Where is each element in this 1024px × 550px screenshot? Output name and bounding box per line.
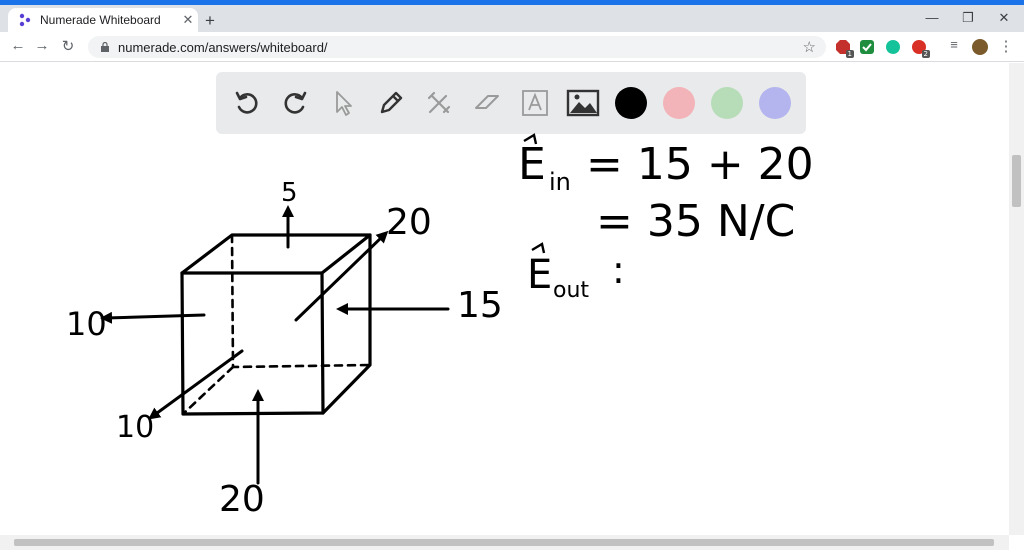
- label-left: 10: [66, 305, 107, 343]
- whiteboard-canvas[interactable]: 5 20 15 10 10 20 E in = 15 + 20 = 35 N/C…: [0, 63, 1009, 535]
- eq3-rhs: :: [612, 248, 625, 292]
- label-right: 15: [457, 285, 503, 326]
- back-arrow-icon[interactable]: ←: [8, 37, 28, 54]
- tab-close-icon[interactable]: ✕: [178, 12, 198, 28]
- label-front-left: 10: [116, 410, 154, 445]
- browser-toolbar: ← → ↻ numerade.com/answers/whiteboard/ ☆…: [0, 32, 1024, 62]
- maximize-button[interactable]: ❐: [950, 10, 986, 26]
- menu-kebab-icon[interactable]: ⋮: [996, 37, 1016, 55]
- media-control-icon[interactable]: ≡: [944, 37, 964, 52]
- url-text: numerade.com/answers/whiteboard/: [118, 39, 328, 55]
- eq1-sub: in: [549, 168, 571, 196]
- tab-strip: Numerade Whiteboard ✕ + — ❐ ✕: [0, 5, 1024, 32]
- numerade-favicon-icon: [19, 13, 31, 27]
- bookmark-star-icon[interactable]: ☆: [803, 38, 816, 56]
- eq1-rhs: = 15 + 20: [586, 139, 814, 190]
- label-bottom: 20: [219, 479, 265, 520]
- new-tab-button[interactable]: +: [205, 11, 215, 31]
- label-top: 5: [281, 178, 298, 208]
- tab-title: Numerade Whiteboard: [40, 13, 161, 27]
- vertical-scrollbar[interactable]: [1009, 63, 1024, 535]
- equations: E in = 15 + 20 = 35 N/C E out :: [518, 133, 814, 303]
- profile-avatar[interactable]: [972, 39, 988, 55]
- eq1-lhs: E: [518, 139, 546, 190]
- tab-numerade-whiteboard[interactable]: Numerade Whiteboard ✕: [8, 8, 198, 32]
- eq3-sub: out: [553, 278, 589, 303]
- eq2: = 35 N/C: [596, 196, 795, 247]
- horizontal-scroll-thumb[interactable]: [14, 539, 994, 546]
- field-arrows: [100, 205, 450, 485]
- cube-drawing: [180, 233, 372, 416]
- extension-abp-icon[interactable]: 1: [836, 40, 854, 58]
- vertical-scroll-thumb[interactable]: [1012, 155, 1021, 207]
- address-bar[interactable]: numerade.com/answers/whiteboard/ ☆: [88, 36, 826, 58]
- forward-arrow-icon[interactable]: →: [32, 37, 52, 54]
- minimize-button[interactable]: —: [914, 10, 950, 25]
- lock-icon: [101, 42, 109, 52]
- eq3-lhs: E: [527, 252, 552, 298]
- reload-icon[interactable]: ↻: [58, 37, 78, 55]
- field-labels: 5 20 15 10 10 20: [66, 178, 503, 520]
- close-window-button[interactable]: ✕: [986, 10, 1022, 26]
- label-back-right: 20: [386, 202, 432, 243]
- extension-grammarly-icon[interactable]: [886, 40, 900, 54]
- extension-red-icon[interactable]: 2: [912, 40, 930, 58]
- horizontal-scrollbar[interactable]: [0, 535, 1009, 550]
- extension-check-icon[interactable]: [860, 40, 874, 54]
